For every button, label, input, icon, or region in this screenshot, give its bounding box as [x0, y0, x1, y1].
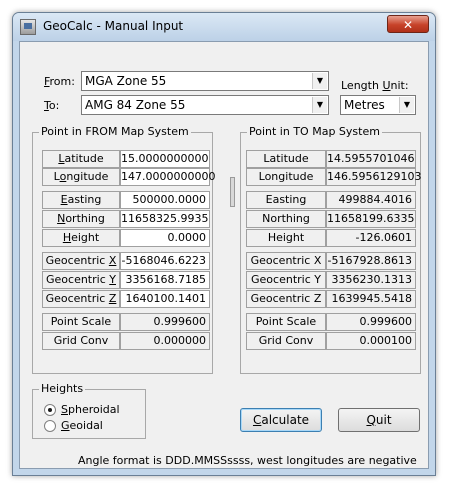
- from-geocentric-z-label: Geocentric Z: [42, 290, 120, 308]
- to-latitude-label: Latitude: [246, 150, 326, 168]
- to-grid-conv-value: 0.000100: [326, 332, 416, 350]
- close-button[interactable]: ✕: [387, 15, 429, 33]
- to-geocentric-x-value: -5167928.8613: [326, 252, 416, 270]
- angle-format-note: Angle format is DDD.MMSSssss, west longi…: [78, 454, 417, 467]
- spheroidal-label[interactable]: Spheroidal: [61, 403, 120, 416]
- to-point-scale-value: 0.999600: [326, 313, 416, 331]
- from-northing-label: Northing: [42, 210, 120, 228]
- to-geocentric-y-value: 3356230.1313: [326, 271, 416, 289]
- geoidal-label[interactable]: Geoidal: [61, 419, 103, 432]
- calculate-button[interactable]: Calculate: [240, 408, 322, 432]
- to-group-title: Point in TO Map System: [247, 125, 382, 138]
- dialog-client-area: From: MGA Zone 55 ▼ To: AMG 84 Zone 55 ▼…: [19, 41, 429, 469]
- heights-group-title: Heights: [39, 382, 86, 395]
- from-grid-conv-value: 0.000000: [120, 332, 210, 350]
- to-system-value: AMG 84 Zone 55: [85, 98, 186, 112]
- to-geocentric-z-value: 1639945.5418: [326, 290, 416, 308]
- chevron-down-icon[interactable]: ▼: [312, 73, 327, 89]
- length-unit-dropdown[interactable]: Metres ▼: [340, 95, 416, 115]
- to-latitude-value: 14.5955701046: [326, 150, 416, 168]
- length-unit-label: Length Unit:: [341, 79, 409, 92]
- from-latitude-field[interactable]: 15.0000000000: [120, 150, 210, 168]
- from-northing-field[interactable]: 11658325.9935: [120, 210, 210, 228]
- to-longitude-label: Longitude: [246, 168, 326, 186]
- geocalc-window: GeoCalc - Manual Input ✕ From: MGA Zone …: [12, 12, 436, 476]
- from-group-title: Point in FROM Map System: [39, 125, 191, 138]
- from-easting-field[interactable]: 500000.0000: [120, 191, 210, 209]
- divider-handle[interactable]: [230, 177, 235, 207]
- from-system-dropdown[interactable]: MGA Zone 55 ▼: [81, 71, 329, 91]
- to-easting-value: 499884.4016: [326, 191, 416, 209]
- length-unit-value: Metres: [344, 98, 385, 112]
- to-system-dropdown[interactable]: AMG 84 Zone 55 ▼: [81, 95, 329, 115]
- chevron-down-icon[interactable]: ▼: [399, 97, 414, 113]
- from-system-value: MGA Zone 55: [85, 74, 167, 88]
- from-geocentric-x-label: Geocentric X: [42, 252, 120, 270]
- chevron-down-icon[interactable]: ▼: [312, 97, 327, 113]
- to-height-label: Height: [246, 229, 326, 247]
- quit-button[interactable]: Quit: [338, 408, 420, 432]
- app-icon: [20, 19, 36, 35]
- to-longitude-value: 146.5956129103: [326, 168, 421, 186]
- from-label: From:: [44, 75, 75, 88]
- from-geocentric-z-field[interactable]: 1640100.1401: [120, 290, 210, 308]
- to-grid-conv-label: Grid Conv: [246, 332, 326, 350]
- from-geocentric-y-label: Geocentric Y: [42, 271, 120, 289]
- from-grid-conv-label: Grid Conv: [42, 332, 120, 350]
- from-easting-label: Easting: [42, 191, 120, 209]
- title-bar[interactable]: GeoCalc - Manual Input ✕: [13, 13, 435, 41]
- to-geocentric-y-label: Geocentric Y: [246, 271, 326, 289]
- from-geocentric-y-field[interactable]: 3356168.7185: [120, 271, 210, 289]
- geoidal-radio[interactable]: [44, 420, 56, 432]
- window-title: GeoCalc - Manual Input: [43, 19, 184, 33]
- from-longitude-field[interactable]: 147.0000000000: [120, 168, 215, 186]
- from-latitude-label: Latitude: [42, 150, 120, 168]
- spheroidal-radio[interactable]: [44, 404, 56, 416]
- to-northing-value: 11658199.6335: [326, 210, 416, 228]
- to-point-scale-label: Point Scale: [246, 313, 326, 331]
- from-point-scale-value: 0.999600: [120, 313, 210, 331]
- to-label: To:: [44, 99, 60, 112]
- to-easting-label: Easting: [246, 191, 326, 209]
- to-geocentric-z-label: Geocentric Z: [246, 290, 326, 308]
- to-height-value: -126.0601: [326, 229, 416, 247]
- from-point-scale-label: Point Scale: [42, 313, 120, 331]
- to-geocentric-x-label: Geocentric X: [246, 252, 326, 270]
- from-height-field[interactable]: 0.0000: [120, 229, 210, 247]
- from-height-label: Height: [42, 229, 120, 247]
- to-northing-label: Northing: [246, 210, 326, 228]
- from-longitude-label: Longitude: [42, 168, 120, 186]
- from-geocentric-x-field[interactable]: -5168046.6223: [120, 252, 210, 270]
